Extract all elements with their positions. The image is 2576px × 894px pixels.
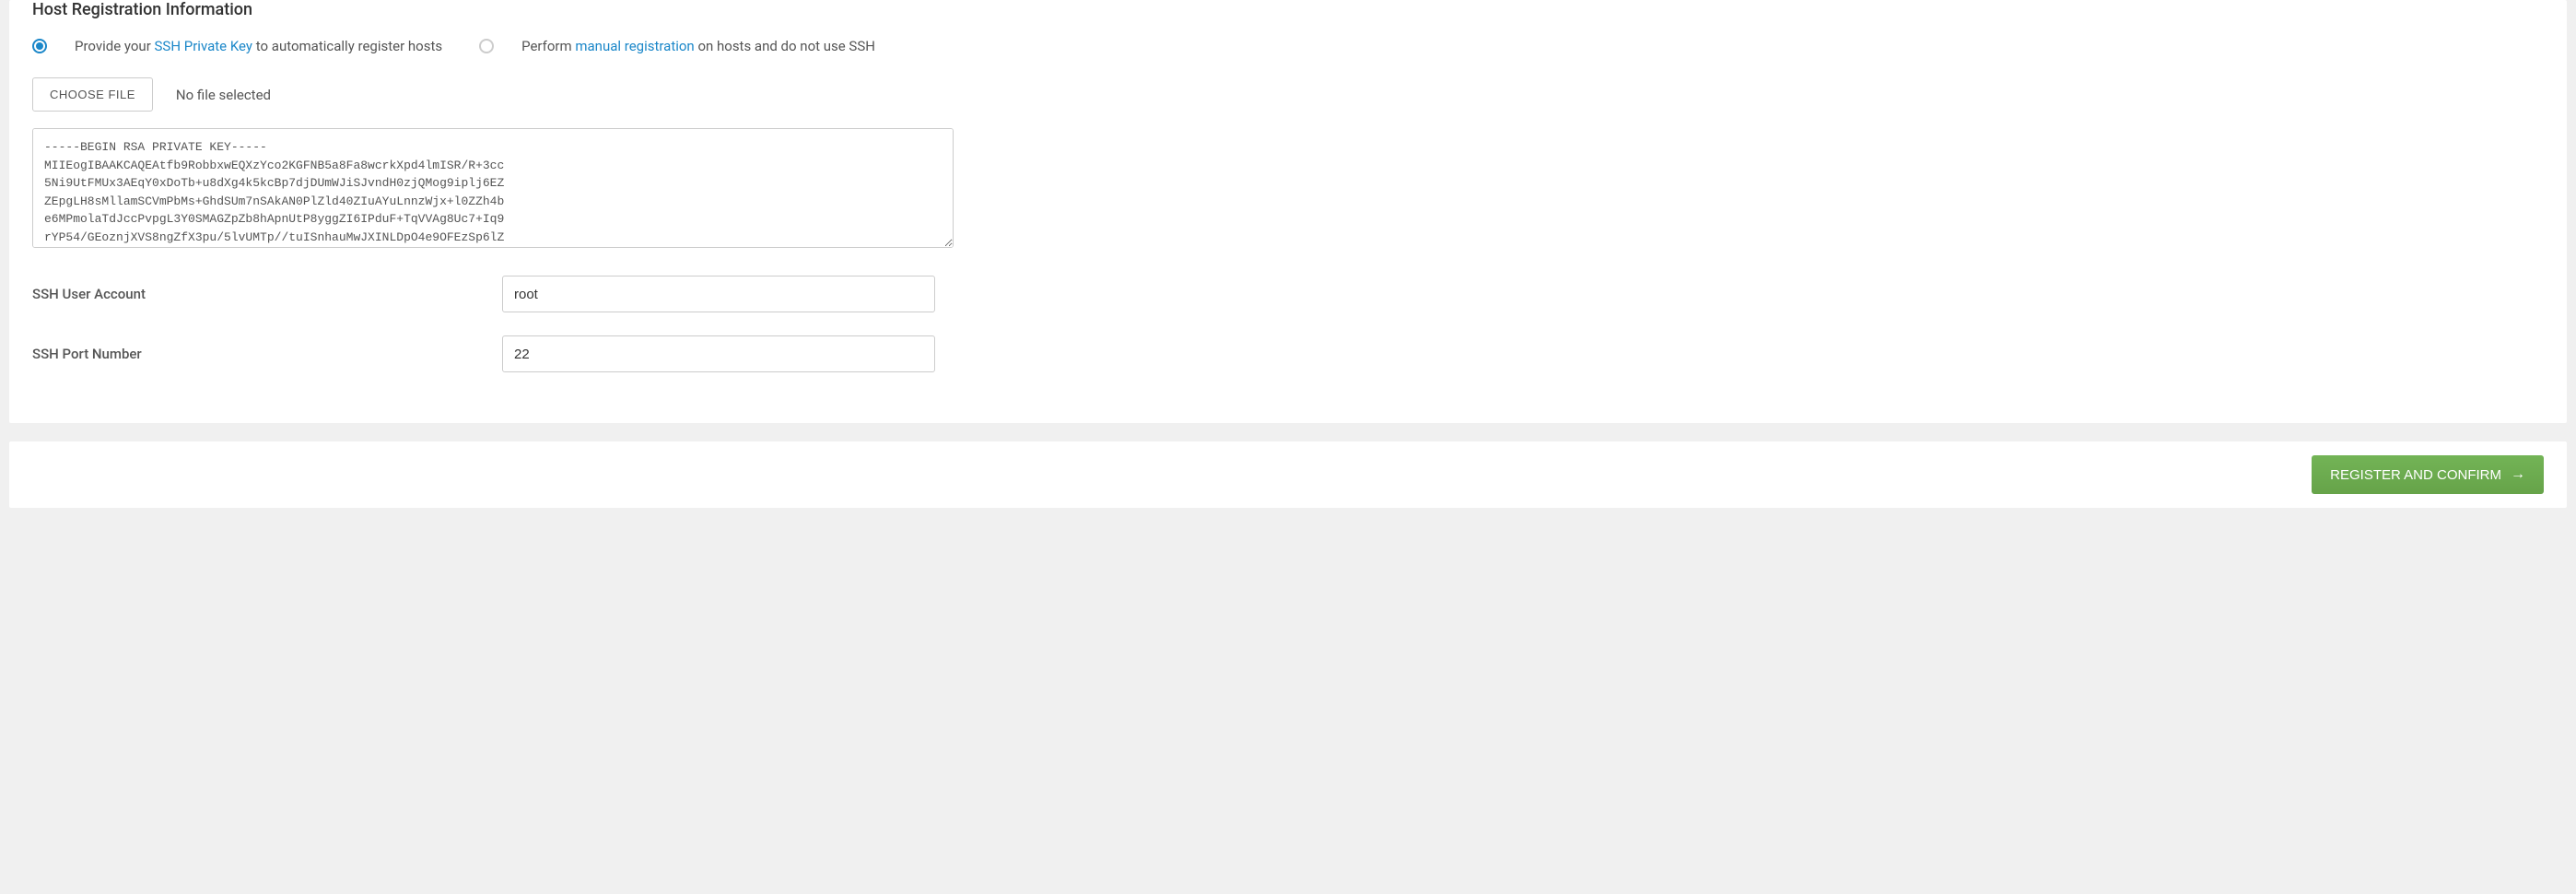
arrow-right-icon: → xyxy=(2511,466,2525,483)
radio-icon[interactable] xyxy=(479,39,494,53)
ssh-port-row: SSH Port Number xyxy=(32,335,2544,372)
radio-label-ssh[interactable]: Provide your SSH Private Key to automati… xyxy=(75,38,442,54)
radio-label-manual[interactable]: Perform manual registration on hosts and… xyxy=(521,38,875,54)
ssh-user-input[interactable] xyxy=(502,276,935,312)
manual-registration-link[interactable]: manual registration xyxy=(575,38,694,54)
ssh-port-label: SSH Port Number xyxy=(32,346,502,362)
ssh-key-textarea[interactable] xyxy=(32,128,954,248)
footer-bar: REGISTER AND CONFIRM → xyxy=(9,441,2567,508)
register-confirm-button[interactable]: REGISTER AND CONFIRM → xyxy=(2312,455,2544,494)
ssh-user-row: SSH User Account xyxy=(32,276,2544,312)
radio-icon[interactable] xyxy=(32,39,47,53)
file-chooser-row: CHOOSE FILE No file selected xyxy=(32,77,2544,112)
ssh-private-key-link[interactable]: SSH Private Key xyxy=(155,38,253,54)
register-button-label: REGISTER AND CONFIRM xyxy=(2330,467,2501,483)
radio-option-manual[interactable]: Perform manual registration on hosts and… xyxy=(479,38,875,54)
radio-option-ssh[interactable]: Provide your SSH Private Key to automati… xyxy=(32,38,442,54)
file-status-text: No file selected xyxy=(176,87,271,103)
ssh-user-label: SSH User Account xyxy=(32,286,502,302)
host-registration-card: Host Registration Information Provide yo… xyxy=(9,0,2567,423)
section-title: Host Registration Information xyxy=(32,0,2544,38)
ssh-port-input[interactable] xyxy=(502,335,935,372)
choose-file-button[interactable]: CHOOSE FILE xyxy=(32,77,153,112)
registration-method-radios: Provide your SSH Private Key to automati… xyxy=(32,38,2544,54)
